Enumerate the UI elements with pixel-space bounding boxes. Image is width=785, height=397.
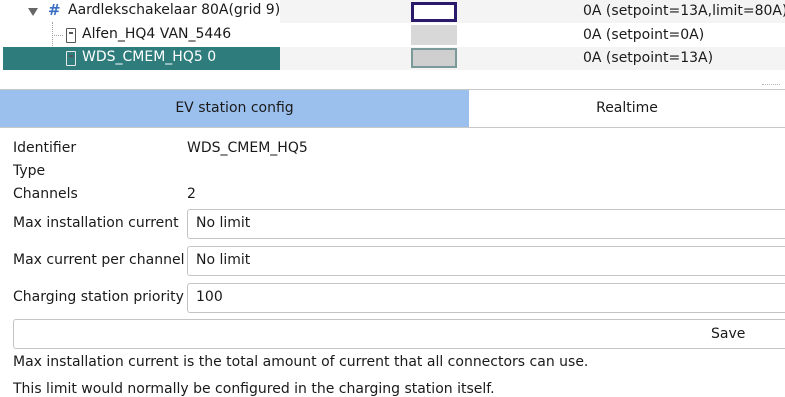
tree-row-label: WDS_CMEM_HQ5 0 — [82, 49, 217, 65]
charging-station-priority-label: Charging station priority — [13, 289, 184, 305]
max-installation-current-field[interactable]: No limit — [187, 209, 785, 239]
channels-value: 2 — [187, 186, 196, 202]
identifier-value: WDS_CMEM_HQ5 — [187, 140, 308, 156]
tree-row-status: 0A (setpoint=0A) — [583, 27, 705, 43]
max-current-per-channel-label: Max current per channel — [13, 252, 185, 268]
tab-bar: EV station config Realtime — [0, 89, 785, 128]
tree-row-group[interactable]: # Aardlekschakelaar 80A(grid 9) 0A (setp… — [0, 0, 785, 23]
type-label: Type — [13, 163, 46, 179]
max-installation-current-label: Max installation current — [13, 215, 179, 231]
max-current-per-channel-field[interactable]: No limit — [187, 246, 785, 276]
tree-row-charger[interactable]: Alfen_HQ4 VAN_5446 0A (setpoint=0A) — [0, 24, 785, 47]
charger-plug-icon — [66, 28, 76, 43]
help-text-line2: This limit would normally be configured … — [13, 381, 495, 397]
splitter-handle[interactable] — [762, 84, 780, 87]
charging-station-priority-field[interactable]: 100 — [187, 283, 785, 313]
color-swatch — [411, 48, 457, 68]
tree-row-label: Aardlekschakelaar 80A(grid 9) — [68, 2, 281, 18]
group-hash-icon: # — [48, 1, 61, 19]
charger-plug-icon — [66, 51, 76, 66]
expand-arrow-icon[interactable] — [28, 8, 38, 16]
help-text-line1: Max installation current is the total am… — [13, 354, 589, 370]
tree-row-label: Alfen_HQ4 VAN_5446 — [82, 26, 232, 42]
color-swatch — [411, 2, 457, 22]
tree-row-status: 0A (setpoint=13A) — [583, 50, 714, 66]
identifier-label: Identifier — [13, 140, 77, 156]
tree-row-status: 0A (setpoint=13A,limit=80A) — [583, 3, 785, 19]
device-tree: # Aardlekschakelaar 80A(grid 9) 0A (setp… — [0, 0, 785, 86]
save-button[interactable]: Save — [13, 319, 785, 349]
channels-label: Channels — [13, 186, 78, 202]
tab-ev-station-config[interactable]: EV station config — [0, 90, 469, 127]
color-swatch — [411, 25, 457, 45]
tree-row-charger-selected[interactable]: WDS_CMEM_HQ5 0 0A (setpoint=13A) — [0, 47, 785, 70]
tab-realtime[interactable]: Realtime — [469, 90, 785, 127]
save-button-label: Save — [711, 326, 746, 342]
